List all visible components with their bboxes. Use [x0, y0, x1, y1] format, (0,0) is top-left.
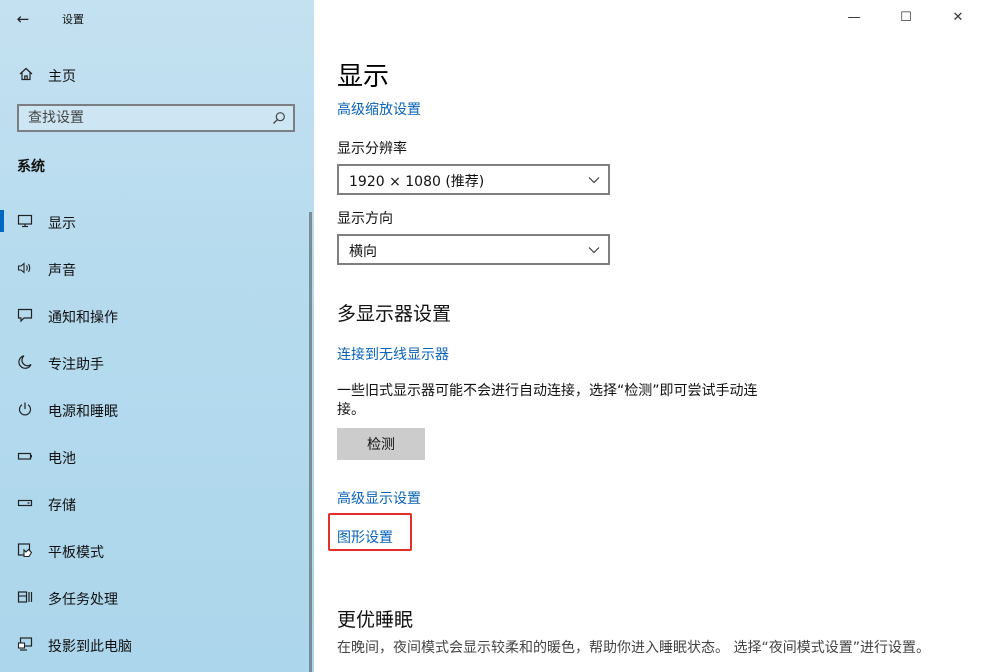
sidebar-item-label: 投影到此电脑 [48, 639, 132, 655]
sidebar-item-label: 电池 [48, 451, 76, 467]
detect-button[interactable]: 检测 [337, 428, 425, 460]
power-icon [18, 402, 32, 416]
sidebar-item-label: 专注助手 [48, 357, 104, 373]
sidebar: ← 设置 主页 系统 显示 [0, 0, 314, 672]
sidebar-item-power-sleep[interactable]: 电源和睡眠 [0, 386, 314, 433]
orientation-value: 横向 [349, 244, 377, 260]
maximize-button[interactable]: ☐ [889, 6, 923, 30]
sidebar-item-sound[interactable]: 声音 [0, 245, 314, 292]
tablet-icon [17, 543, 33, 558]
minimize-button[interactable]: — [837, 6, 871, 30]
multitask-icon [17, 591, 33, 603]
sidebar-nav: 显示 声音 通知和操作 专注助手 电源和睡眠 电池 存储 平板模式 多任务处理 … [0, 198, 314, 668]
sidebar-item-label: 多任务处理 [48, 592, 118, 608]
speaker-icon [17, 262, 31, 274]
sidebar-item-notifications[interactable]: 通知和操作 [0, 292, 314, 339]
sleep-heading: 更优睡眠 [337, 609, 414, 631]
sidebar-item-label: 电源和睡眠 [48, 404, 118, 420]
titlebar-left: ← 设置 [0, 0, 314, 38]
advanced-scaling-link[interactable]: 高级缩放设置 [337, 99, 421, 119]
sidebar-item-label: 显示 [48, 216, 76, 232]
sidebar-item-label: 声音 [48, 263, 76, 279]
multi-display-description-line2: 接。 [337, 402, 365, 418]
advanced-display-link[interactable]: 高级显示设置 [337, 488, 421, 508]
app-title: 设置 [62, 13, 84, 26]
sidebar-item-label: 通知和操作 [48, 310, 118, 326]
multi-display-description-line1: 一些旧式显示器可能不会进行自动连接，选择“检测”即可尝试手动连 [337, 383, 758, 399]
sidebar-item-label: 主页 [48, 69, 76, 85]
search-input[interactable] [19, 106, 268, 130]
sidebar-item-home[interactable]: 主页 [0, 62, 314, 88]
sleep-description: 在晚间，夜间模式会显示较柔和的暖色，帮助你进入睡眠状态。 选择“夜间模式设置”进… [337, 640, 930, 656]
notification-icon [17, 308, 33, 323]
main-content: — ☐ ✕ 显示 高级缩放设置 显示分辨率 1920 × 1080 (推荐) 显… [314, 0, 987, 672]
sidebar-item-multitasking[interactable]: 多任务处理 [0, 574, 314, 621]
search-box[interactable] [17, 104, 295, 132]
settings-window: ← 设置 主页 系统 显示 [0, 0, 987, 672]
chevron-down-icon [588, 247, 600, 254]
project-icon [17, 637, 33, 651]
window-controls: — ☐ ✕ [837, 0, 987, 38]
battery-icon [17, 452, 32, 460]
sidebar-item-battery[interactable]: 电池 [0, 433, 314, 480]
resolution-dropdown[interactable]: 1920 × 1080 (推荐) [337, 164, 610, 195]
chevron-down-icon [588, 177, 600, 184]
orientation-dropdown[interactable]: 横向 [337, 234, 610, 265]
resolution-value: 1920 × 1080 (推荐) [349, 174, 485, 190]
graphics-settings-link[interactable]: 图形设置 [337, 527, 393, 547]
close-button[interactable]: ✕ [941, 6, 975, 30]
resolution-label: 显示分辨率 [337, 141, 407, 157]
sidebar-item-label: 平板模式 [48, 545, 104, 561]
back-button[interactable]: ← [12, 8, 34, 30]
sidebar-item-label: 存储 [48, 498, 76, 514]
sidebar-item-focus-assist[interactable]: 专注助手 [0, 339, 314, 386]
sidebar-scrollbar[interactable] [309, 212, 312, 672]
page-title: 显示 [337, 62, 390, 92]
orientation-label: 显示方向 [337, 211, 393, 227]
wireless-display-link[interactable]: 连接到无线显示器 [337, 344, 449, 364]
sidebar-item-tablet-mode[interactable]: 平板模式 [0, 527, 314, 574]
moon-icon [18, 355, 32, 369]
home-icon [19, 67, 33, 81]
section-title: 系统 [17, 159, 45, 175]
sidebar-item-storage[interactable]: 存储 [0, 480, 314, 527]
sidebar-item-display[interactable]: 显示 [0, 198, 314, 245]
storage-icon [17, 499, 33, 507]
multi-display-heading: 多显示器设置 [337, 303, 452, 325]
search-icon[interactable] [272, 111, 286, 125]
monitor-icon [17, 214, 33, 228]
sidebar-item-project-to-pc[interactable]: 投影到此电脑 [0, 621, 314, 668]
